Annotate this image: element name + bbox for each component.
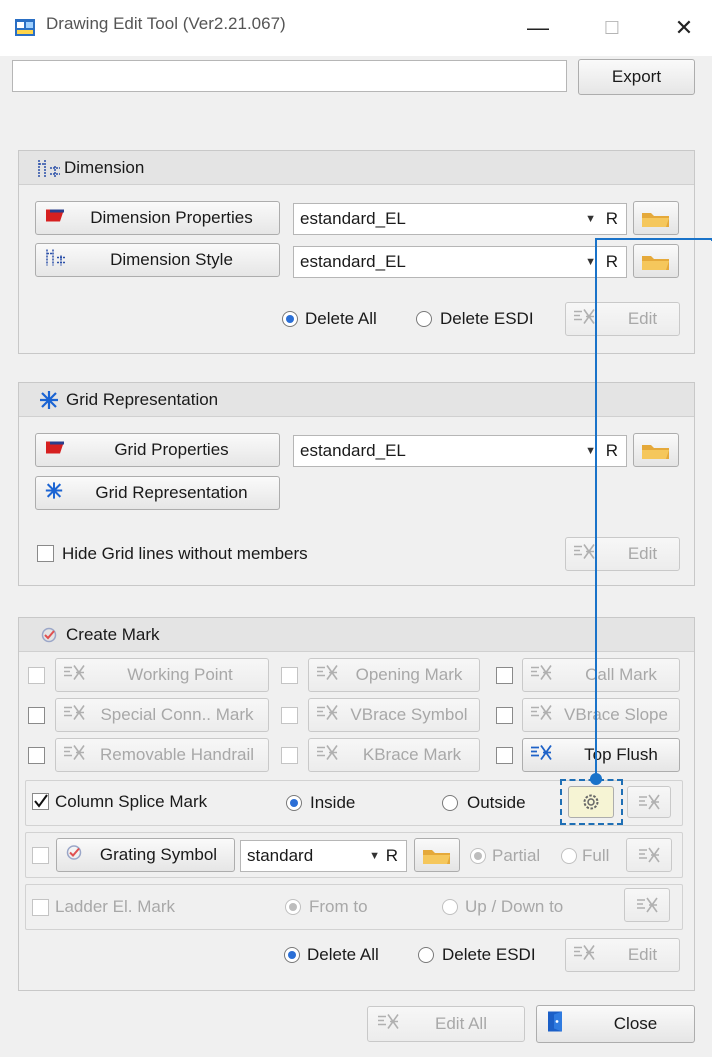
connector-dot [590,773,602,785]
connector-line [595,238,712,778]
annotation-connector [590,238,712,785]
